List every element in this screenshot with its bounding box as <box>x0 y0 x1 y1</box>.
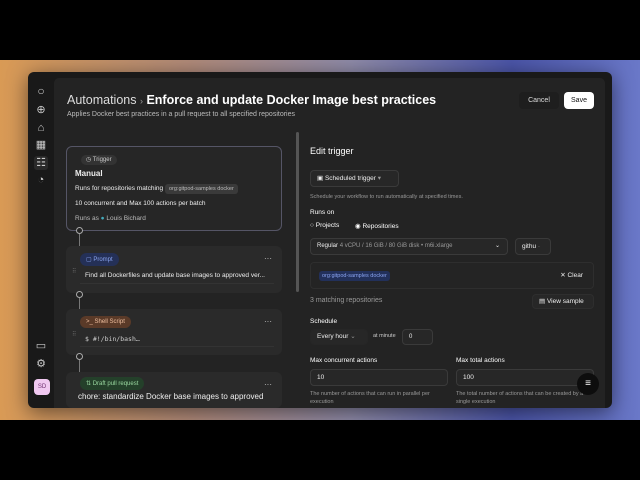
prompt-card[interactable]: ▢ Prompt ··· ⠿ Find all Dockerfiles and … <box>66 246 282 293</box>
save-button[interactable]: Save <box>564 92 594 109</box>
workflow-canvas: ◷ Trigger Manual Runs for repositories m… <box>54 130 296 408</box>
schedule-label: Schedule <box>310 318 338 325</box>
trigger-limits: 10 concurrent and Max 100 actions per ba… <box>75 200 206 207</box>
home-icon[interactable]: ⌂ <box>34 121 48 135</box>
clear-button[interactable]: ✕ Clear <box>560 271 583 279</box>
filter-chip[interactable]: org:gitpod-samples docker <box>319 271 390 281</box>
chat-support-button[interactable]: ≡ <box>577 373 599 395</box>
drag-handle-icon[interactable]: ⠿ <box>72 331 76 338</box>
connector-line <box>79 298 80 309</box>
sidebar: ○ ⊕ ⌂ ▦ ☷ ◔ ▭ ⚙ SD <box>28 72 54 408</box>
trigger-type-dropdown[interactable]: ▣ Scheduled trigger ▾ <box>310 170 399 187</box>
connector-dot <box>76 227 83 234</box>
machine-class-dropdown[interactable]: Regular 4 vCPU / 16 GiB / 80 GiB disk • … <box>310 238 508 255</box>
projects-grid-icon[interactable]: ▦ <box>34 138 48 152</box>
minute-input[interactable]: 0 <box>402 329 433 345</box>
more-menu-button[interactable]: ··· <box>264 254 272 263</box>
draft-pr-card[interactable]: ⇅ Draft pull request ··· chore: standard… <box>66 372 282 408</box>
main-panel: Automations › Enforce and update Docker … <box>54 78 605 408</box>
at-minute-label: at minute <box>373 333 396 339</box>
user-avatar-icon: ● <box>100 215 105 222</box>
shell-script-text[interactable]: $ #!/bin/bash… <box>80 331 274 347</box>
shell-script-card[interactable]: >_ Shell Script ··· ⠿ $ #!/bin/bash… <box>66 309 282 355</box>
matching-count: 3 matching repositories <box>310 297 383 304</box>
max-total-input[interactable]: 100 <box>456 369 594 386</box>
settings-icon[interactable]: ⚙ <box>34 357 48 371</box>
connector-line <box>79 234 80 246</box>
frequency-dropdown[interactable]: Every hour ⌄ <box>310 329 368 345</box>
scrollbar[interactable] <box>296 132 299 292</box>
view-sample-button[interactable]: ▤ View sample <box>532 294 594 309</box>
provider-dropdown[interactable]: githu · <box>515 238 551 255</box>
filter-chip: org:gitpod-samples docker <box>164 184 238 194</box>
user-avatar[interactable]: SD <box>34 379 50 395</box>
page-subtitle: Applies Docker best practices in a pull … <box>67 111 296 118</box>
radio-repositories[interactable]: ◉ Repositories <box>355 222 399 230</box>
max-concurrent-help: The number of actions that can run in pa… <box>310 391 430 405</box>
connector-line <box>79 360 80 372</box>
shell-script-tag: >_ Shell Script <box>80 316 131 328</box>
radio-projects[interactable]: ○ Projects <box>310 222 339 229</box>
pr-title: chore: standardize Docker base images to… <box>78 392 264 401</box>
trigger-title: Manual <box>75 169 103 178</box>
breadcrumb-automations[interactable]: Automations <box>67 93 136 107</box>
trigger-runs-for: Runs for repositories matching org:gitpo… <box>75 184 238 194</box>
breadcrumb: Automations › Enforce and update Docker … <box>67 93 436 107</box>
runs-on-label: Runs on <box>310 209 335 216</box>
max-concurrent-label: Max concurrent actions <box>310 357 378 364</box>
panel-title: Edit trigger <box>310 146 354 156</box>
insights-icon[interactable]: ◔ <box>34 173 48 187</box>
new-icon[interactable]: ⊕ <box>34 103 48 117</box>
chevron-down-icon: ⌄ <box>494 243 500 249</box>
draft-pr-tag: ⇅ Draft pull request <box>80 377 145 390</box>
max-total-label: Max total actions <box>456 357 505 364</box>
breadcrumb-separator: › <box>139 96 143 106</box>
folder-icon[interactable]: ▭ <box>34 339 48 353</box>
cancel-button[interactable]: Cancel <box>519 92 559 109</box>
page-title: Enforce and update Docker Image best pra… <box>146 93 437 107</box>
trigger-runs-as: Runs as ● Louis Bichard <box>75 215 146 222</box>
drag-handle-icon[interactable]: ⠿ <box>72 268 76 275</box>
prompt-text[interactable]: Find all Dockerfiles and update base ima… <box>80 268 274 284</box>
connector-dot <box>76 291 83 298</box>
automations-icon[interactable]: ☷ <box>34 156 48 170</box>
more-menu-button[interactable]: ··· <box>264 380 272 389</box>
prompt-tag: ▢ Prompt <box>80 253 119 266</box>
max-concurrent-input[interactable]: 10 <box>310 369 448 386</box>
trigger-help: Schedule your workflow to run automatica… <box>310 194 463 200</box>
logo-icon: ○ <box>37 84 45 98</box>
connector-dot <box>76 353 83 360</box>
app-window: ○ ⊕ ⌂ ▦ ☷ ◔ ▭ ⚙ SD Automations › Enforce… <box>28 72 612 408</box>
repository-filter[interactable]: org:gitpod-samples docker ✕ Clear <box>310 262 594 289</box>
trigger-card[interactable]: ◷ Trigger Manual Runs for repositories m… <box>66 146 282 231</box>
more-menu-button[interactable]: ··· <box>264 317 272 326</box>
max-total-help: The total number of actions that can be … <box>456 391 584 405</box>
trigger-tag: ◷ Trigger <box>75 153 123 166</box>
